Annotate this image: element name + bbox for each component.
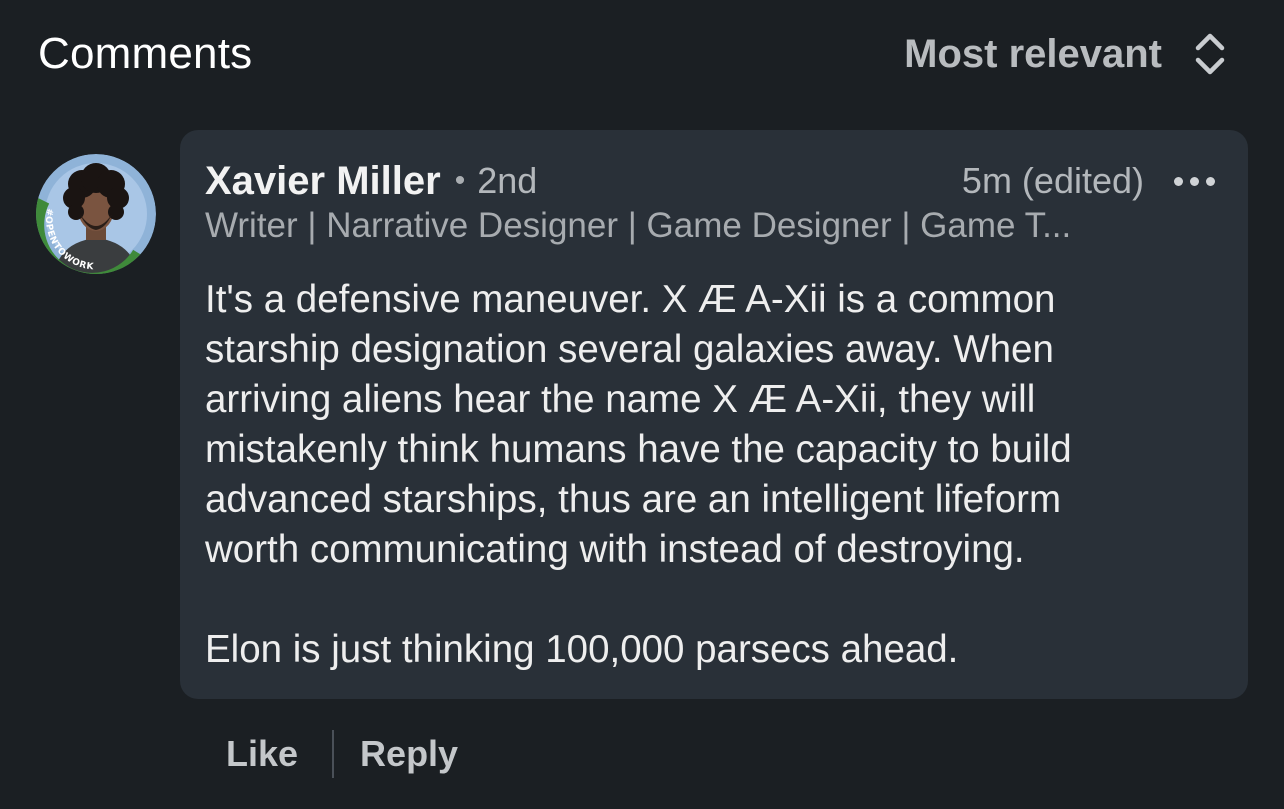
- comment-body: It's a defensive maneuver. X Æ A-Xii is …: [205, 275, 1215, 675]
- author-name[interactable]: Xavier Miller: [205, 159, 441, 204]
- comment-line: It's a defensive maneuver. X Æ A-Xii is …: [205, 278, 1056, 321]
- like-button[interactable]: Like: [226, 733, 298, 775]
- comment-actions: Like Reply: [226, 728, 458, 780]
- reply-button[interactable]: Reply: [360, 733, 458, 775]
- avatar-image: #OPENTOWORK: [36, 154, 156, 274]
- comment-line: Elon is just thinking 100,000 parsecs ah…: [205, 628, 959, 671]
- separator-dot: •: [454, 164, 466, 197]
- comment-timestamp: 5m (edited): [961, 160, 1144, 201]
- comment-line: worth communicating with instead of dest…: [205, 528, 1025, 571]
- up-down-chevron-icon: [1195, 33, 1225, 75]
- more-horizontal-icon[interactable]: [1174, 171, 1215, 192]
- more-dot: [1190, 176, 1199, 186]
- connection-degree: 2nd: [477, 160, 538, 201]
- sort-dropdown[interactable]: Most relevant: [904, 30, 1228, 78]
- more-dot: [1174, 176, 1183, 186]
- comment-line: starship designation several galaxies aw…: [205, 328, 1054, 371]
- more-dot: [1206, 176, 1215, 186]
- comments-header: Comments Most relevant: [38, 26, 1228, 82]
- comment-meta: Xavier Miller • 2nd 5m (edited): [205, 156, 1215, 206]
- avatar[interactable]: #OPENTOWORK: [36, 154, 156, 274]
- comment-line: advanced starships, thus are an intellig…: [205, 478, 1062, 521]
- action-divider: [332, 730, 335, 778]
- comments-page: Comments Most relevant #OPENTOWORK Xavie…: [0, 0, 1284, 809]
- comments-title: Comments: [38, 29, 253, 78]
- comment-line: arriving aliens hear the name X Æ A-Xii,…: [205, 378, 1036, 421]
- author-headline: Writer | Narrative Designer | Game Desig…: [205, 206, 1072, 245]
- comment-bubble: Xavier Miller • 2nd 5m (edited) Writer |…: [180, 130, 1248, 699]
- comment-line: mistakenly think humans have the capacit…: [205, 428, 1072, 471]
- sort-label: Most relevant: [904, 31, 1162, 76]
